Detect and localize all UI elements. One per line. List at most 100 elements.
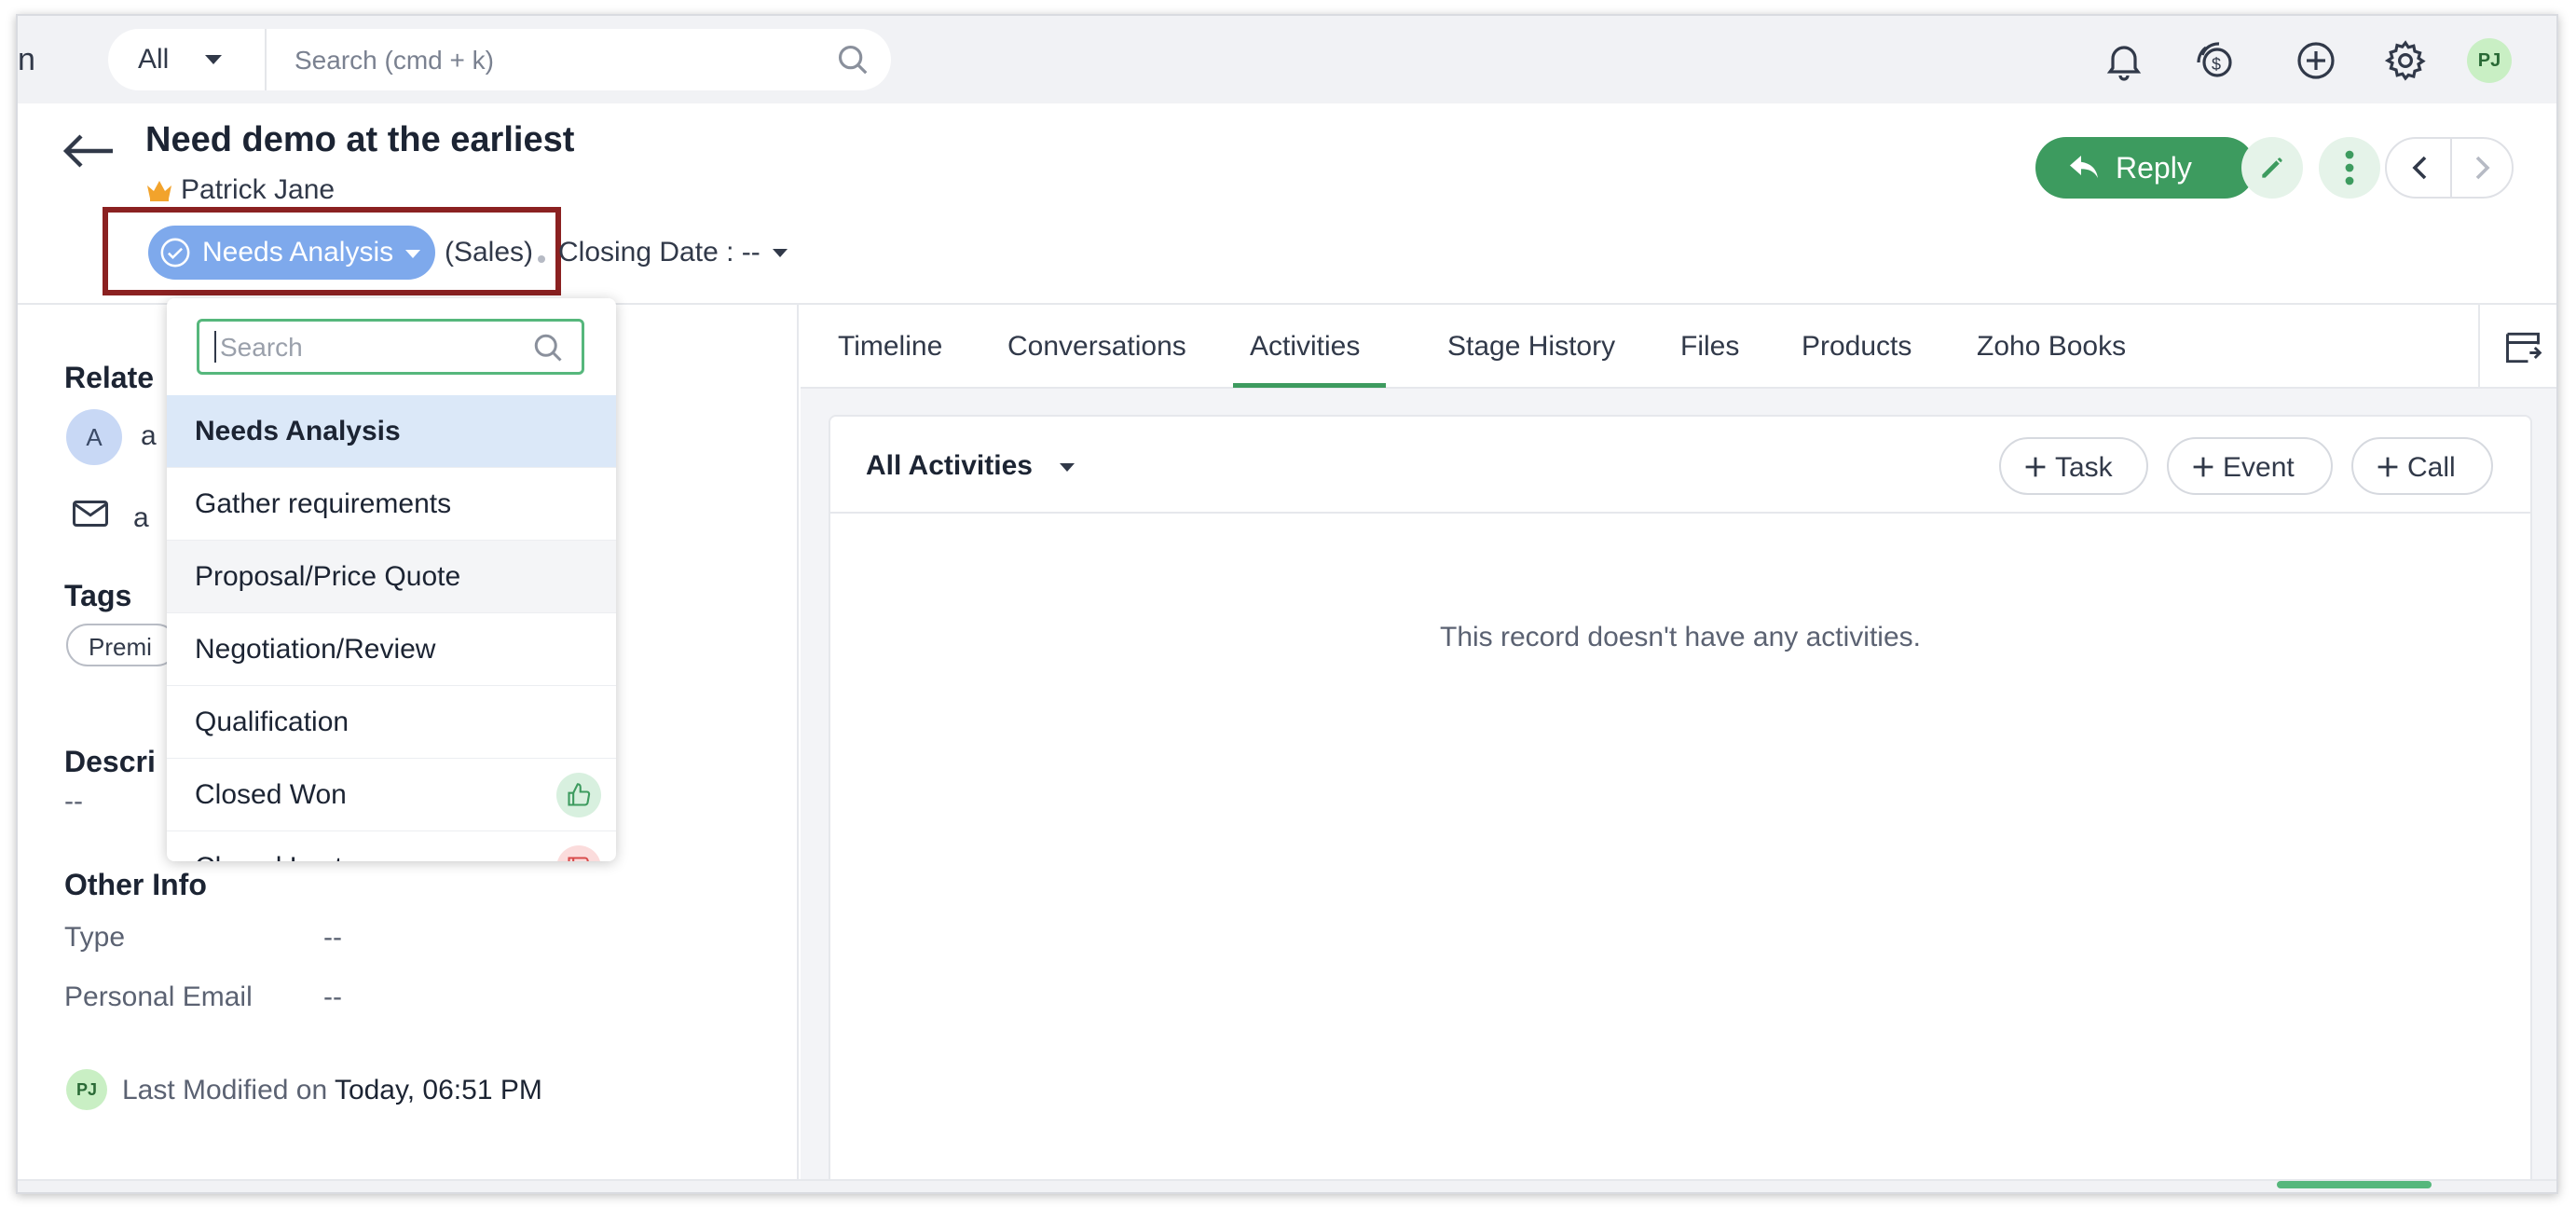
stage-option-closed-lost[interactable]: Closed Lost — [167, 831, 616, 861]
stage-option-negotiation-review[interactable]: Negotiation/Review — [167, 613, 616, 686]
check-circle-icon — [160, 238, 190, 268]
chevron-left-icon[interactable] — [2405, 152, 2435, 184]
other-info-heading: Other Info — [64, 868, 207, 901]
stage-selector[interactable]: Needs Analysis — [148, 226, 435, 280]
tab-conversations[interactable]: Conversations — [1007, 331, 1186, 363]
kebab-menu-icon — [2345, 150, 2354, 185]
closing-date[interactable]: Closing Date : -- — [558, 237, 760, 268]
edit-button[interactable] — [2241, 137, 2303, 199]
tab-stage-history[interactable]: Stage History — [1447, 331, 1615, 363]
user-avatar[interactable]: PJ — [2467, 38, 2512, 83]
tab-activities[interactable]: Activities — [1250, 331, 1360, 363]
stage-option-closed-won[interactable]: Closed Won — [167, 759, 616, 831]
activities-filter[interactable]: All Activities — [866, 450, 1033, 482]
sales-signals-icon[interactable]: $ — [2193, 38, 2238, 83]
stage-option-label: Gather requirements — [195, 488, 452, 519]
pencil-icon — [2262, 158, 2282, 178]
description-value: -- — [64, 786, 83, 817]
tag-chip[interactable]: Premi — [66, 624, 178, 666]
plus-icon — [2377, 457, 2398, 477]
add-call-button[interactable]: Call — [2351, 437, 2493, 495]
contact-name[interactable]: a — [141, 420, 157, 452]
active-tab-indicator — [1233, 383, 1386, 388]
last-modified-label: Last Modified on — [122, 1075, 328, 1105]
tag-label: Premi — [89, 633, 152, 661]
stage-option-proposal-price-quote[interactable]: Proposal/Price Quote — [167, 541, 616, 613]
layout-toggle[interactable] — [2478, 305, 2556, 389]
crown-icon — [147, 181, 171, 201]
field-value-personal-email: -- — [323, 982, 342, 1012]
activities-card: All Activities Task Event Call This reco… — [829, 415, 2532, 1192]
panel-toggle-icon — [2506, 332, 2542, 364]
field-value-type: -- — [323, 922, 342, 953]
more-options-button[interactable] — [2319, 137, 2380, 199]
stage-option-qualification[interactable]: Qualification — [167, 686, 616, 759]
search-scope-dropdown[interactable]: All — [108, 29, 267, 90]
stage-dropdown: Search Needs Analysis Gather requirement… — [167, 298, 616, 861]
bottom-scrollbar-track — [18, 1179, 2556, 1192]
caret-down-icon — [205, 55, 222, 64]
empty-state-message: This record doesn't have any activities. — [1440, 622, 1921, 652]
tags-heading: Tags — [64, 579, 132, 612]
nav-divider — [2450, 139, 2452, 197]
stage-search-placeholder: Search — [220, 333, 303, 362]
last-modified: Last Modified on Today, 06:51 PM — [122, 1075, 542, 1106]
plus-icon — [2193, 457, 2213, 477]
search-input[interactable]: Search (cmd + k) — [295, 46, 494, 76]
tab-zoho-books[interactable]: Zoho Books — [1977, 331, 2126, 363]
stage-option-label: Closed Lost — [195, 852, 342, 861]
field-label-type: Type — [64, 922, 126, 953]
add-call-label: Call — [2407, 452, 2456, 483]
brand-fragment: n — [18, 42, 35, 77]
stage-search-input[interactable]: Search — [197, 319, 584, 375]
reply-button[interactable]: Reply — [2035, 137, 2255, 199]
description-heading: Descri — [64, 745, 156, 778]
mail-icon — [73, 501, 108, 527]
owner-name: Patrick Jane — [181, 174, 336, 205]
tab-timeline[interactable]: Timeline — [838, 331, 942, 363]
text-cursor — [214, 331, 216, 363]
record-navigation — [2385, 137, 2514, 199]
bell-icon[interactable] — [2102, 38, 2146, 83]
add-task-button[interactable]: Task — [1999, 437, 2148, 495]
top-bar: n All Search (cmd + k) $ PJ — [18, 16, 2556, 103]
stage-option-gather-requirements[interactable]: Gather requirements — [167, 468, 616, 541]
app-window: n All Search (cmd + k) $ PJ Need demo at… — [16, 14, 2558, 1194]
svg-text:$: $ — [2212, 55, 2221, 74]
tab-files[interactable]: Files — [1680, 331, 1739, 363]
back-arrow-icon[interactable] — [61, 128, 116, 174]
record-title: Need demo at the earliest — [145, 120, 575, 159]
add-task-label: Task — [2055, 452, 2113, 483]
caret-down-icon — [405, 250, 420, 258]
reply-label: Reply — [2116, 151, 2192, 185]
thumbs-down-icon — [556, 845, 601, 861]
search-icon[interactable] — [835, 42, 870, 77]
chevron-right-icon[interactable] — [2467, 152, 2497, 184]
contact-email[interactable]: a — [133, 502, 149, 534]
add-event-button[interactable]: Event — [2167, 437, 2333, 495]
stage-option-label: Proposal/Price Quote — [195, 561, 461, 592]
search-scope-label: All — [138, 44, 170, 75]
pipeline-label: (Sales) — [445, 237, 534, 268]
last-modified-value: Today, 06:51 PM — [334, 1075, 542, 1105]
separator-dot — [538, 255, 545, 263]
stage-option-label: Closed Won — [195, 779, 347, 810]
tab-bar: Timeline Conversations Activities Stage … — [801, 305, 2556, 389]
bottom-scrollbar-thumb[interactable] — [2277, 1181, 2432, 1188]
field-label-personal-email: Personal Email — [64, 982, 253, 1012]
plus-circle-icon[interactable] — [2294, 38, 2338, 83]
search-icon — [534, 334, 562, 362]
caret-down-icon[interactable] — [773, 249, 788, 257]
plus-icon — [2025, 457, 2046, 477]
contact-avatar[interactable]: A — [66, 409, 122, 465]
stage-option-needs-analysis[interactable]: Needs Analysis — [167, 395, 616, 468]
global-search[interactable]: All Search (cmd + k) — [108, 29, 891, 90]
modifier-avatar: PJ — [66, 1069, 107, 1110]
tab-products[interactable]: Products — [1802, 331, 1911, 363]
stage-option-label: Negotiation/Review — [195, 634, 436, 665]
gear-icon[interactable] — [2383, 38, 2428, 83]
add-event-label: Event — [2223, 452, 2295, 483]
caret-down-icon[interactable] — [1060, 463, 1075, 472]
stage-option-label: Qualification — [195, 707, 349, 737]
stage-option-label: Needs Analysis — [195, 416, 401, 446]
